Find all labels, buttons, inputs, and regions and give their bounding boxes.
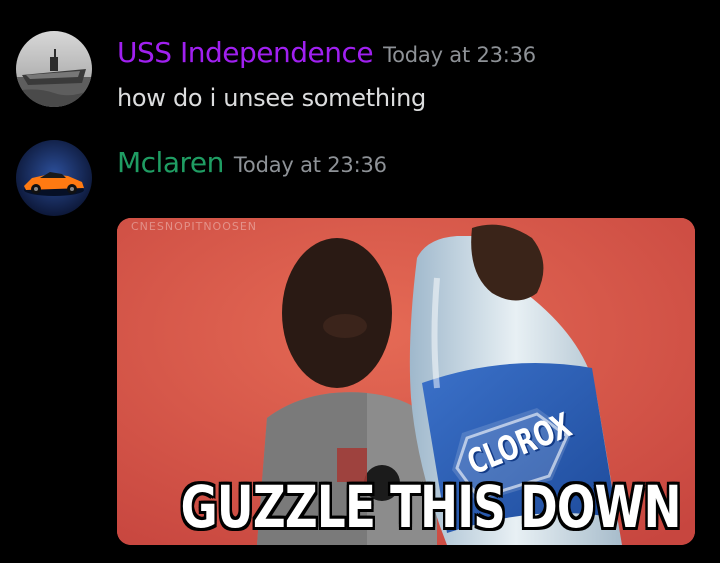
aircraft-carrier-avatar[interactable] — [16, 31, 92, 107]
username[interactable]: Mclaren — [117, 146, 224, 179]
gif-caption: GUZZLE THIS DOWN — [180, 473, 682, 541]
timestamp[interactable]: Today at 23:36 — [383, 43, 536, 67]
chat-messages: USS Independence Today at 23:36 how do i … — [0, 0, 720, 563]
message-header: Mclaren Today at 23:36 — [117, 146, 387, 179]
message-header: USS Independence Today at 23:36 — [117, 36, 536, 69]
message-text: how do i unsee something — [117, 84, 426, 112]
gif-attachment[interactable]: CNESNOPITNOOSEN CLOROX GUZZLE THIS DOWN — [117, 218, 695, 545]
username[interactable]: USS Independence — [117, 36, 374, 69]
timestamp[interactable]: Today at 23:36 — [234, 153, 387, 177]
orange-sports-car-avatar[interactable] — [16, 140, 92, 216]
gif-watermark: CNESNOPITNOOSEN — [131, 220, 258, 233]
